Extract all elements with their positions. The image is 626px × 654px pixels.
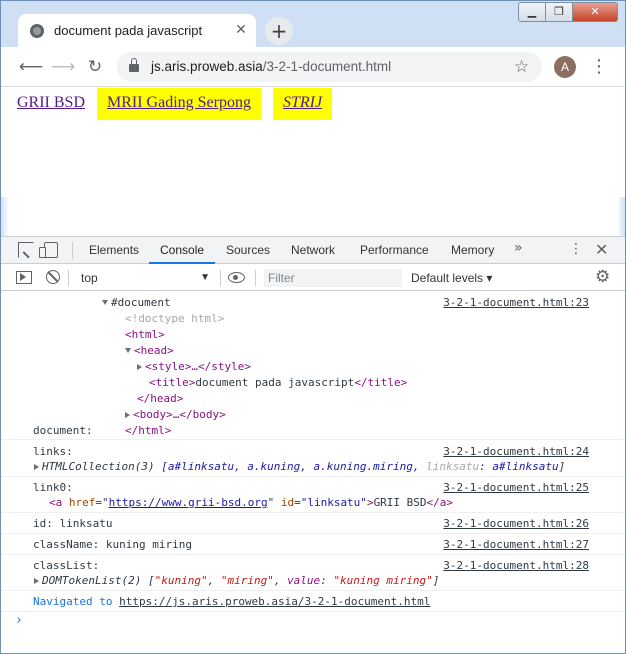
link-strij[interactable]: STRIJ: [273, 88, 333, 120]
navigated-url-link[interactable]: https://js.aris.proweb.asia/3-2-1-docume…: [119, 595, 430, 608]
profile-avatar[interactable]: A: [554, 56, 576, 78]
console-message: 3-2-1-document.html:25 link0: <a href="h…: [1, 478, 625, 513]
divider: [255, 270, 256, 286]
source-link[interactable]: 3-2-1-document.html:28: [443, 559, 589, 572]
maximize-button[interactable]: ❐: [545, 2, 573, 22]
collapsed-triangle-icon[interactable]: [137, 364, 142, 370]
html-close-node: </html>: [125, 424, 172, 437]
domtokenlist-value[interactable]: DOMTokenList(2) ["kuning", "miring", val…: [34, 573, 439, 589]
address-bar[interactable]: js.aris.proweb.asia/3-2-1-document.html …: [117, 52, 542, 82]
source-link[interactable]: 3-2-1-document.html:24: [443, 445, 589, 458]
show-sidebar-icon[interactable]: [16, 271, 32, 284]
source-link[interactable]: 3-2-1-document.html:27: [443, 538, 589, 551]
devtools-panel: Elements Console Sources Network Perform…: [1, 236, 625, 646]
close-window-button[interactable]: ✕: [572, 2, 618, 22]
tab-memory[interactable]: Memory: [451, 237, 494, 264]
htmlcollection-value[interactable]: HTMLCollection(3) [a#linksatu, a.kuning,…: [34, 459, 565, 475]
context-select[interactable]: top ▼: [76, 269, 216, 287]
page-viewport: GRII BSD MRII Gading Serpong STRIJ: [1, 88, 625, 236]
body-node[interactable]: <body>…</body>: [125, 407, 226, 423]
link-grii-bsd[interactable]: GRII BSD: [17, 94, 85, 112]
log-label: link0:: [33, 481, 73, 494]
browser-window: document pada javascript ✕ + ▁ ❐ ✕ ⟵ ⟶ ↻…: [0, 0, 626, 654]
tab-console[interactable]: Console: [149, 237, 216, 264]
device-toolbar-icon[interactable]: [39, 242, 58, 258]
clear-console-icon[interactable]: [46, 270, 60, 284]
browser-toolbar: ⟵ ⟶ ↻ js.aris.proweb.asia/3-2-1-document…: [1, 47, 625, 87]
tab-strip: document pada javascript ✕ + ▁ ❐ ✕: [1, 1, 625, 47]
console-prompt[interactable]: ›: [15, 613, 23, 629]
minimize-button[interactable]: ▁: [518, 2, 546, 22]
style-node[interactable]: <style>…</style>: [137, 359, 251, 375]
filter-input[interactable]: [264, 269, 402, 287]
expand-triangle-icon[interactable]: [125, 348, 131, 353]
back-arrow-icon[interactable]: ⟵: [18, 54, 44, 80]
log-label: classList:: [33, 559, 100, 572]
collapsed-triangle-icon[interactable]: [125, 412, 130, 418]
globe-icon: [30, 24, 44, 38]
live-expression-eye-icon[interactable]: [228, 272, 245, 283]
collapsed-triangle-icon[interactable]: [34, 578, 39, 584]
log-text: id: linksatu: [33, 517, 113, 530]
console-message: 3-2-1-document.html:26 id: linksatu: [1, 514, 625, 534]
document-node[interactable]: #document: [102, 295, 171, 311]
divider: [220, 270, 221, 286]
tab-performance[interactable]: Performance: [360, 237, 429, 264]
divider: [68, 270, 69, 286]
forward-arrow-icon[interactable]: ⟶: [50, 54, 76, 80]
log-levels-dropdown[interactable]: Default levels ▾: [411, 269, 492, 287]
link-mrii-gading-serpong[interactable]: MRII Gading Serpong: [97, 88, 261, 120]
chevron-down-icon: ▼: [200, 272, 210, 283]
url-path: /3-2-1-document.html: [262, 59, 392, 74]
navigated-text: Navigated to https://js.aris.proweb.asia…: [33, 595, 431, 608]
inspect-element-icon[interactable]: [18, 242, 34, 258]
gear-icon[interactable]: ⚙: [595, 268, 610, 286]
log-label: document:: [33, 424, 93, 437]
collapsed-triangle-icon[interactable]: [34, 464, 39, 470]
log-text: className: kuning miring: [33, 538, 192, 551]
source-link[interactable]: 3-2-1-document.html:25: [443, 481, 589, 494]
context-value: top: [81, 271, 98, 285]
divider: [72, 242, 73, 259]
console-toolbar: top ▼ Default levels ▾ ⚙: [1, 265, 625, 291]
lock-icon[interactable]: [129, 58, 139, 72]
new-tab-button[interactable]: +: [265, 17, 293, 45]
log-label: links:: [33, 445, 73, 458]
head-node[interactable]: <head>: [125, 343, 174, 359]
anchor-element[interactable]: <a href="https://www.grii-bsd.org" id="l…: [49, 495, 453, 511]
reload-icon[interactable]: ↻: [82, 54, 108, 80]
navigated-message: Navigated to https://js.aris.proweb.asia…: [1, 592, 625, 612]
expand-triangle-icon[interactable]: [102, 300, 108, 305]
url-host: js.aris.proweb.asia: [151, 59, 263, 74]
window-edge-right: [617, 197, 625, 237]
close-devtools-icon[interactable]: ✕: [595, 240, 608, 259]
tab-sources[interactable]: Sources: [226, 237, 270, 264]
tab-network[interactable]: Network: [291, 237, 335, 264]
doctype-node[interactable]: <!doctype html>: [125, 311, 224, 327]
bookmark-star-icon[interactable]: ☆: [514, 57, 529, 77]
console-message: 3-2-1-document.html:23 #document <!docty…: [1, 292, 625, 440]
href-link[interactable]: https://www.grii-bsd.org: [109, 496, 268, 509]
console-message: 3-2-1-document.html:27 className: kuning…: [1, 535, 625, 555]
title-node[interactable]: <title>document pada javascript</title>: [149, 375, 407, 391]
console-message: 3-2-1-document.html:24 links: HTMLCollec…: [1, 442, 625, 477]
devtools-tab-bar: Elements Console Sources Network Perform…: [1, 237, 625, 264]
source-link[interactable]: 3-2-1-document.html:23: [443, 296, 589, 309]
html-node[interactable]: <html>: [125, 327, 165, 343]
tab-elements[interactable]: Elements: [89, 237, 139, 264]
head-close-node: </head>: [137, 392, 184, 405]
console-message: 3-2-1-document.html:28 classList: DOMTok…: [1, 556, 625, 591]
close-tab-icon[interactable]: ✕: [232, 21, 250, 39]
devtools-menu-icon[interactable]: ⋮: [569, 241, 583, 257]
window-edge-left: [1, 197, 9, 237]
more-tabs-icon[interactable]: »: [514, 240, 523, 256]
tab-title: document pada javascript: [54, 23, 203, 38]
browser-menu-icon[interactable]: ⋮: [590, 54, 608, 80]
console-output: 3-2-1-document.html:23 #document <!docty…: [1, 292, 625, 647]
browser-tab[interactable]: document pada javascript ✕: [18, 14, 256, 47]
url-text[interactable]: js.aris.proweb.asia/3-2-1-document.html: [151, 59, 391, 74]
source-link[interactable]: 3-2-1-document.html:26: [443, 517, 589, 530]
